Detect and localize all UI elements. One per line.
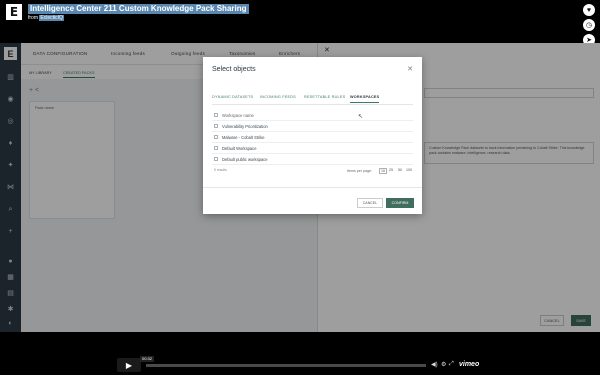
row-checkbox[interactable] — [214, 135, 218, 139]
byline-author[interactable]: EclecticIQ — [39, 15, 64, 21]
video-title[interactable]: Intelligence Center 211 Custom Knowledge… — [28, 4, 249, 14]
dialog-cancel-button[interactable]: CANCEL — [357, 198, 383, 208]
list-item[interactable]: Default Workspace — [212, 143, 413, 154]
page-size-option[interactable]: 25 — [389, 168, 393, 172]
items-per-page-label: Items per page: — [347, 169, 372, 173]
confirm-button[interactable]: CONFIRM — [386, 198, 414, 208]
vimeo-logo[interactable]: vimeo — [459, 361, 479, 368]
column-header-row: Workspace name — [212, 110, 413, 121]
page-size-option[interactable]: 10 — [379, 168, 387, 174]
tab-resettable-rules[interactable]: RESETTABLE RULES — [304, 95, 345, 99]
workspace-name: Default public workspace — [222, 157, 268, 162]
row-checkbox[interactable] — [214, 157, 218, 161]
results-count: 5 results — [214, 168, 227, 172]
progress-bar[interactable] — [146, 364, 426, 367]
heart-icon[interactable]: ♥ — [583, 4, 595, 16]
dialog-tab-bar: DYNAMIC DATASETS INCOMING FEEDS RESETTAB… — [212, 95, 413, 105]
byline-prefix: from — [28, 15, 38, 21]
row-checkbox[interactable] — [214, 124, 218, 128]
workspace-name-header[interactable]: Workspace name — [222, 113, 254, 118]
video-controls: ▶ 00:32 ◀) ⚙ ⤢ vimeo — [0, 332, 600, 375]
tab-incoming-feeds-dialog[interactable]: INCOMING FEEDS — [260, 95, 296, 99]
workspace-name: Default Workspace — [222, 146, 257, 151]
play-button[interactable]: ▶ — [117, 358, 141, 372]
page-size-option[interactable]: 50 — [398, 168, 402, 172]
dialog-title: Select objects — [212, 66, 256, 73]
list-item[interactable]: Malware - Cobalt Strike — [212, 132, 413, 143]
settings-icon[interactable]: ⚙ — [441, 361, 446, 368]
list-item[interactable]: Default public workspace — [212, 154, 413, 165]
row-checkbox[interactable] — [214, 146, 218, 150]
workspace-name: Malware - Cobalt Strike — [222, 135, 265, 140]
dialog-close-icon[interactable]: ✕ — [407, 65, 413, 73]
page-size-option[interactable]: 100 — [406, 168, 412, 172]
channel-logo[interactable]: E — [6, 4, 22, 20]
select-objects-dialog: Select objects ✕ DYNAMIC DATASETS INCOMI… — [203, 57, 422, 214]
dialog-divider — [203, 187, 422, 188]
mouse-cursor-icon: ↖ — [358, 114, 364, 120]
clock-icon[interactable]: ◷ — [583, 19, 595, 31]
tab-dynamic-datasets[interactable]: DYNAMIC DATASETS — [212, 95, 253, 99]
workspace-name: Vulnerability Prioritization — [222, 124, 268, 129]
volume-icon[interactable]: ◀) — [431, 361, 438, 368]
app-window: E ▥ ◉ ◎ ♦ ✦ ⋈ ⌕ + ● ▦ ▤ ✱ ◐ DATA CONFIGU… — [0, 43, 600, 332]
list-item[interactable]: Vulnerability Prioritization — [212, 121, 413, 132]
video-frame: E Intelligence Center 211 Custom Knowled… — [0, 0, 600, 375]
timecode: 00:32 — [140, 356, 155, 362]
tab-workspaces[interactable]: WORKSPACES — [350, 95, 380, 103]
select-all-checkbox[interactable] — [214, 113, 218, 117]
video-byline: from EclecticIQ — [28, 15, 64, 22]
fullscreen-icon[interactable]: ⤢ — [449, 361, 454, 368]
